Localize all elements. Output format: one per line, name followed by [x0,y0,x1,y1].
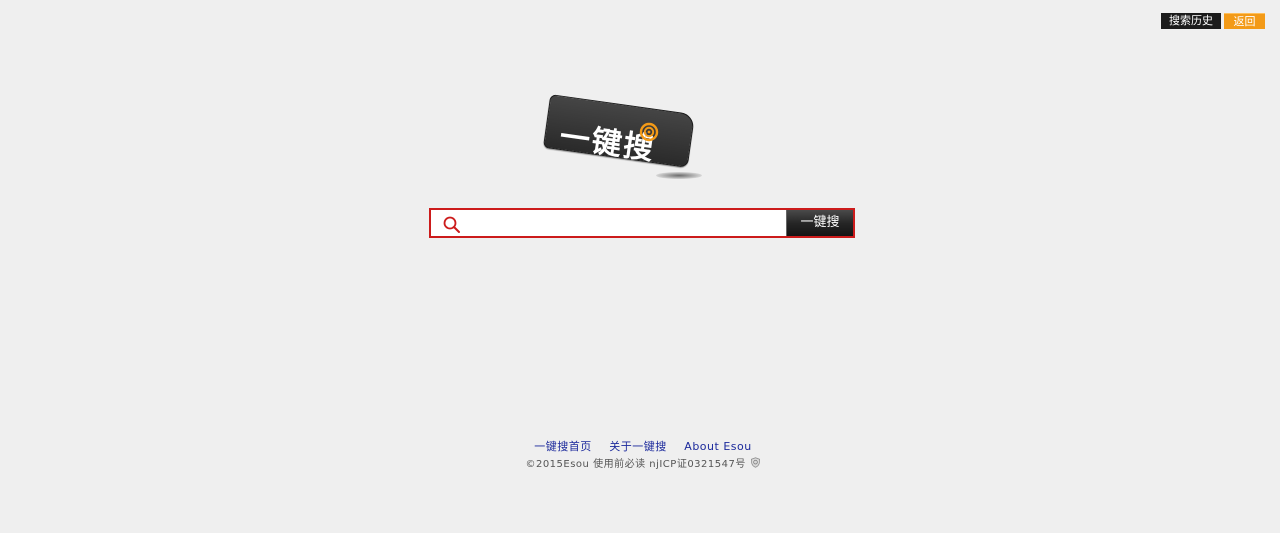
footer-copyright: ©2015Esou 使用前必读 njICP证0321547号 [0,455,1280,470]
search-box: 一键搜 [429,208,855,238]
search-input[interactable] [469,212,779,234]
logo[interactable]: 一键搜 [538,92,708,187]
footer-link-about-esou[interactable]: About Esou [684,440,751,453]
search-button[interactable]: 一键搜 [786,210,853,236]
footer-link-home[interactable]: 一键搜首页 [534,440,592,453]
top-actions: 搜索历史 返回 [1161,13,1265,29]
back-button[interactable]: 返回 [1224,13,1265,29]
footer-link-about[interactable]: 关于一键搜 [609,440,667,453]
target-ring-icon [639,122,659,142]
logo-shadow [656,172,702,179]
footer-links: 一键搜首页 关于一键搜 About Esou [0,438,1280,454]
search-home-page: 搜索历史 返回 一键搜 一键搜 一键搜首页 关于一键搜 About Esou ©… [0,0,1280,533]
search-history-button[interactable]: 搜索历史 [1161,13,1221,29]
police-badge-icon[interactable] [750,457,761,468]
search-icon [443,216,460,233]
copyright-text: ©2015Esou 使用前必读 njICP证0321547号 [525,459,746,470]
